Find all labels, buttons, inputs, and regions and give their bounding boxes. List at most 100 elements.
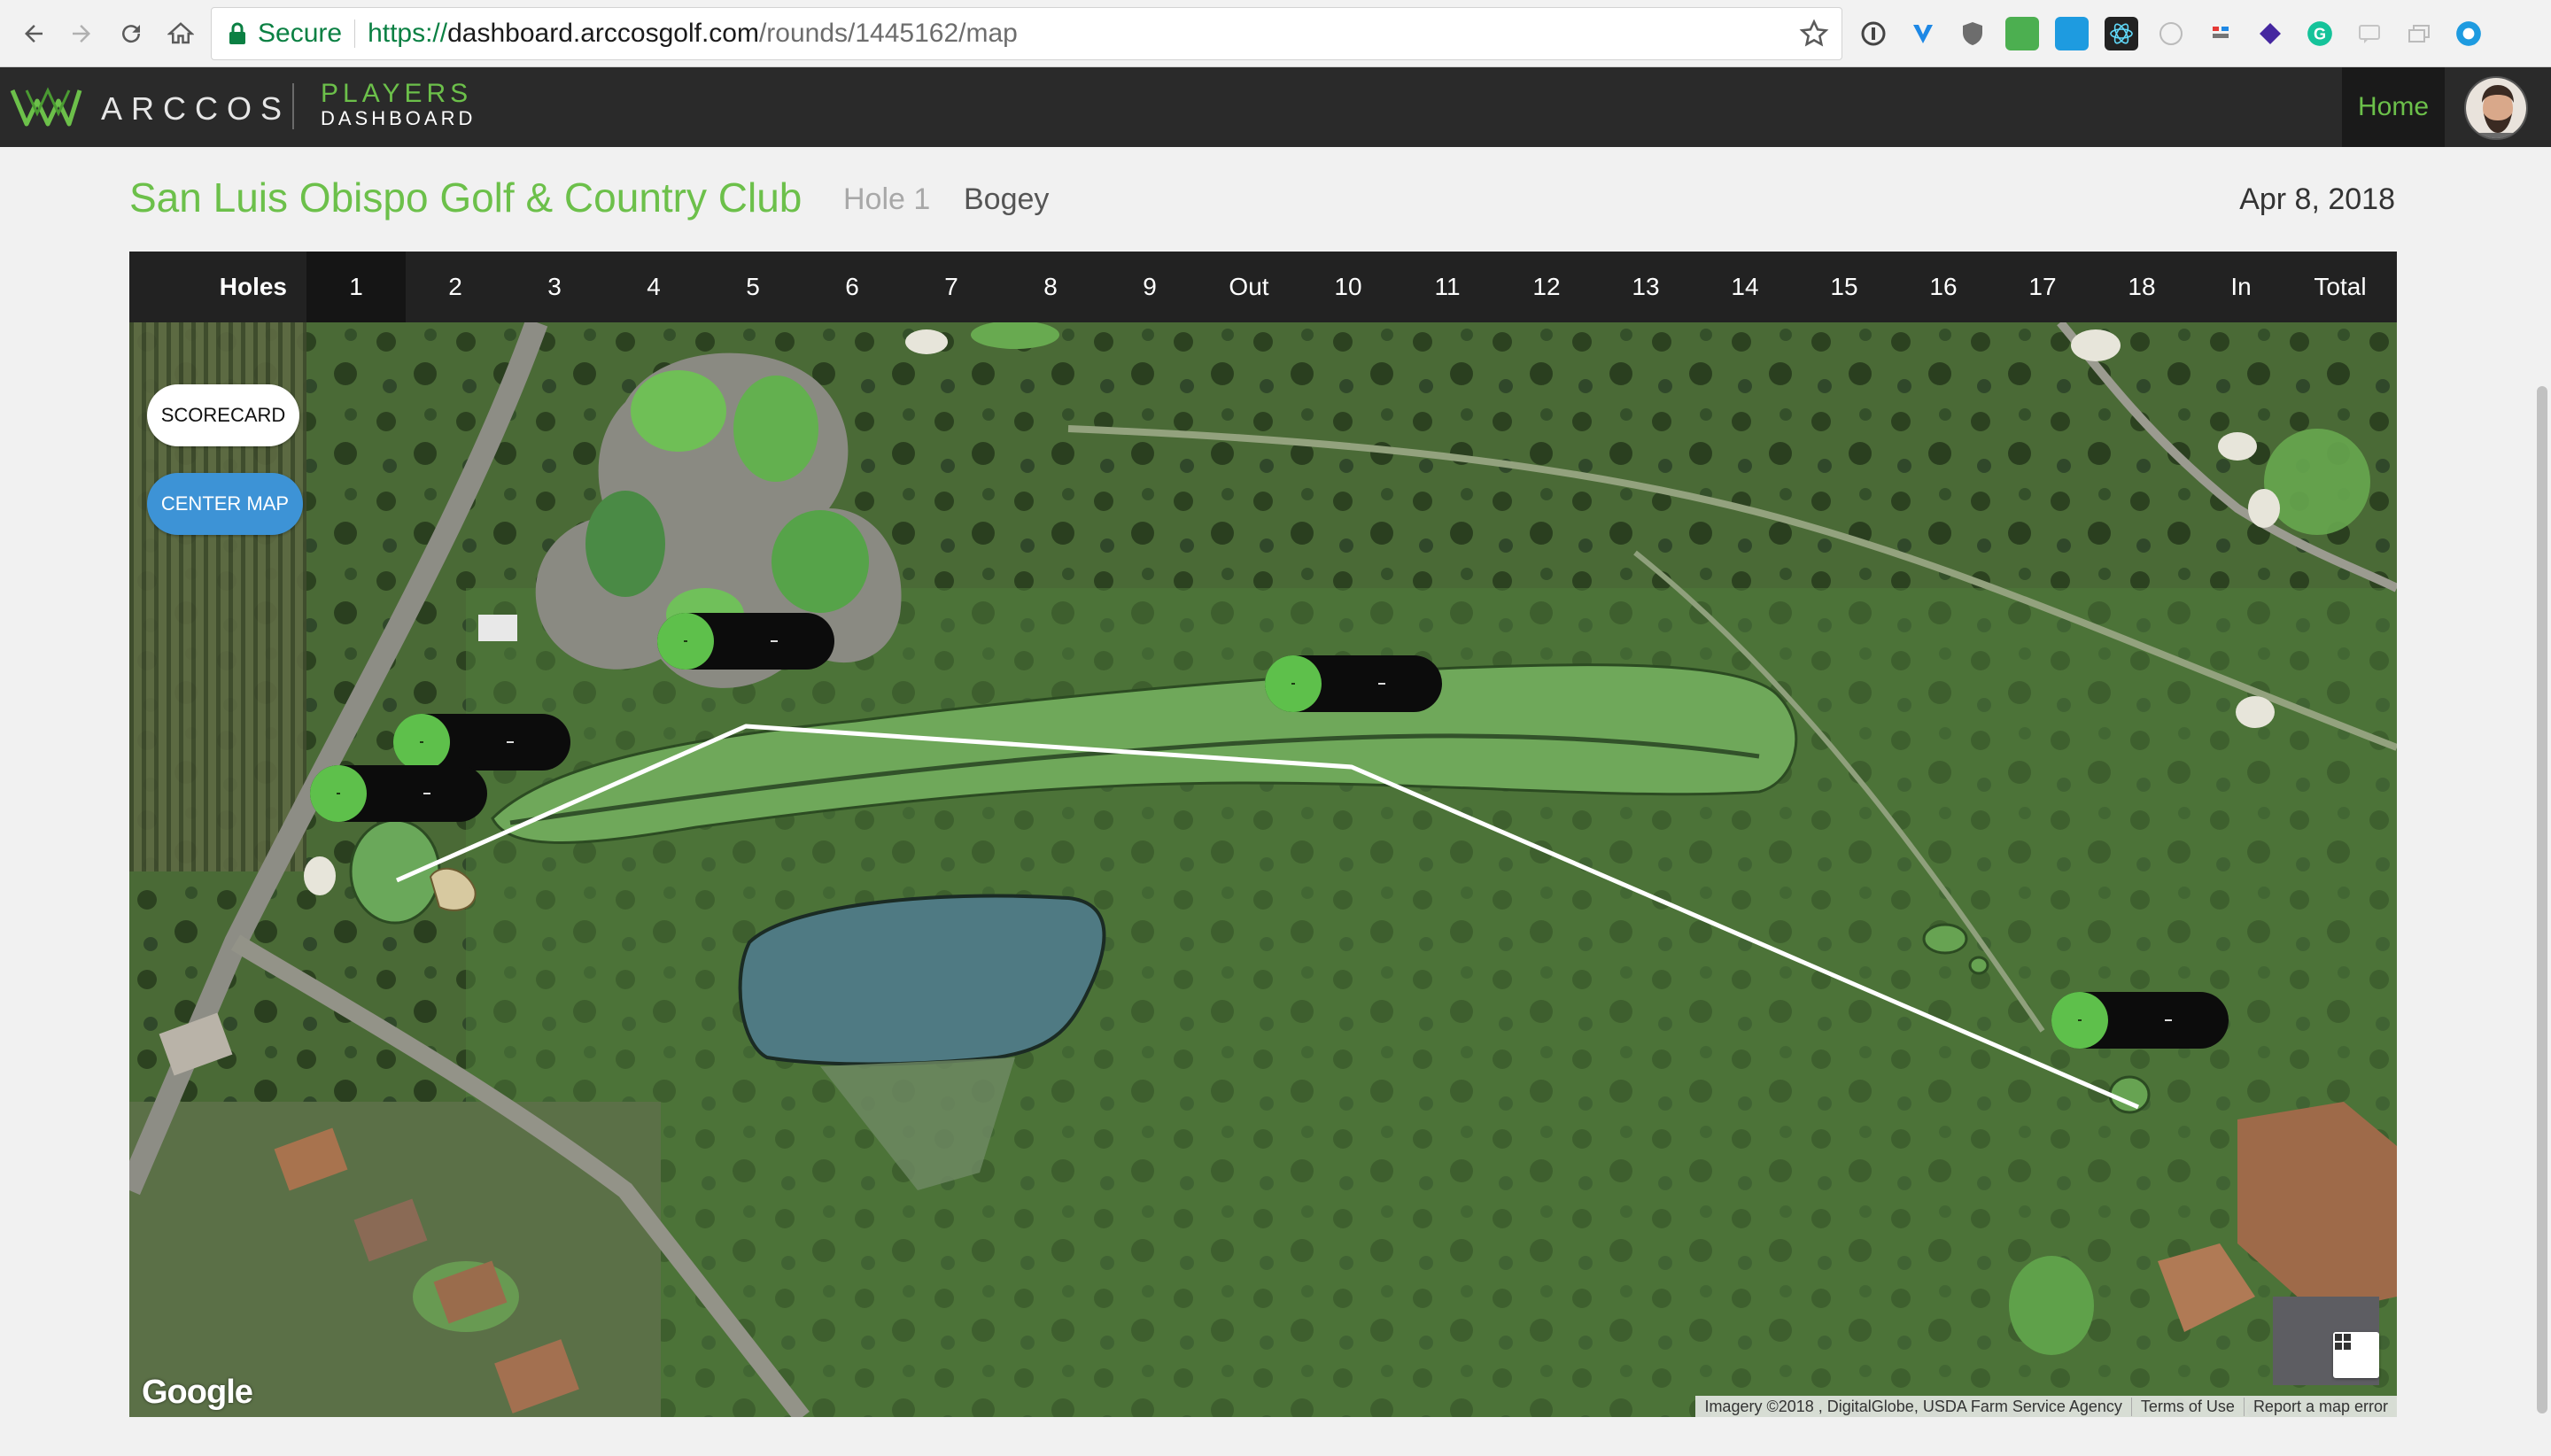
brand-divider	[292, 83, 294, 129]
address-separator	[354, 19, 356, 48]
report-error-link[interactable]: Report a map error	[2243, 1397, 2397, 1416]
hole-label: Hole 1	[843, 182, 931, 216]
scorecard-button[interactable]: SCORECARD	[147, 384, 299, 446]
hole-tab-11[interactable]: 11	[1398, 252, 1497, 322]
hole-tab-out[interactable]: Out	[1199, 252, 1299, 322]
shot-marker[interactable]	[657, 613, 834, 670]
terms-link[interactable]: Terms of Use	[2130, 1397, 2244, 1416]
hole-tab-5[interactable]: 5	[703, 252, 803, 322]
map-attribution: Imagery ©2018 , DigitalGlobe, USDA Farm …	[1695, 1396, 2397, 1417]
fullscreen-icon	[2335, 1334, 2351, 1350]
google-logo: Google	[142, 1374, 253, 1411]
page-scrollbar[interactable]	[2533, 147, 2551, 1456]
circle-extension-icon[interactable]	[2154, 17, 2188, 50]
url-protocol: https://	[368, 19, 448, 48]
reload-icon	[122, 25, 141, 43]
hole-tab-8[interactable]: 8	[1001, 252, 1100, 322]
secure-label: Secure	[258, 19, 343, 48]
nav-home[interactable]: Home	[2342, 67, 2445, 147]
hole-tab-1[interactable]: 1	[306, 252, 406, 322]
hole-tab-14[interactable]: 14	[1695, 252, 1795, 322]
hole-tab-4[interactable]: 4	[604, 252, 703, 322]
shot-dot	[657, 613, 714, 670]
info-extension-icon[interactable]	[1857, 17, 1890, 50]
scrollbar-thumb[interactable]	[2537, 386, 2547, 1413]
shot-marker[interactable]	[393, 714, 570, 771]
shot-marker[interactable]	[310, 765, 487, 822]
shot-dot	[310, 765, 367, 822]
address-bar[interactable]: Secure https://dashboard.arccosgolf.com/…	[211, 7, 1842, 60]
arrow-right-icon	[73, 25, 90, 43]
round-date: Apr 8, 2018	[2239, 182, 2395, 216]
imagery-credit: Imagery ©2018 , DigitalGlobe, USDA Farm …	[1704, 1397, 2122, 1415]
arccos-logo-icon	[10, 87, 82, 127]
chat-extension-icon[interactable]	[2353, 17, 2386, 50]
shot-dot	[1265, 655, 1322, 712]
shot-dot-mark	[337, 793, 340, 794]
avatar[interactable]	[2464, 76, 2528, 140]
extension-icons: G	[1857, 14, 2485, 53]
hole-tab-12[interactable]: 12	[1497, 252, 1596, 322]
hole-tab-total[interactable]: Total	[2291, 252, 2390, 322]
diamond-extension-icon[interactable]	[2253, 17, 2287, 50]
hole-tab-10[interactable]: 10	[1299, 252, 1398, 322]
hole-tab-16[interactable]: 16	[1894, 252, 1993, 322]
hole-tab-18[interactable]: 18	[2092, 252, 2191, 322]
hole-score: Bogey	[964, 182, 1050, 216]
course-title: San Luis Obispo Golf & Country Club	[129, 174, 803, 221]
shot-dot	[2051, 992, 2108, 1049]
svg-text:G: G	[2314, 25, 2326, 43]
hole-tab-15[interactable]: 15	[1795, 252, 1894, 322]
hole-tab-2[interactable]: 2	[406, 252, 505, 322]
lock-icon	[229, 22, 245, 44]
shot-dot-mark	[420, 741, 423, 743]
course-map[interactable]: SCORECARD CENTER MAP Google Imagery ©201…	[129, 322, 2397, 1417]
fullscreen-button[interactable]	[2333, 1332, 2379, 1378]
tabs-extension-icon[interactable]	[2402, 17, 2436, 50]
reload-button[interactable]	[110, 12, 152, 55]
shot-info-dash	[423, 793, 430, 794]
browser-toolbar: Secure https://dashboard.arccosgolf.com/…	[0, 0, 2551, 67]
hole-tab-6[interactable]: 6	[803, 252, 902, 322]
grammarly-extension-icon[interactable]: G	[2303, 17, 2337, 50]
sheet-extension-icon[interactable]	[2005, 17, 2039, 50]
shot-marker[interactable]	[2051, 992, 2229, 1049]
hole-tab-in[interactable]: In	[2191, 252, 2291, 322]
shot-marker[interactable]	[1265, 655, 1442, 712]
holes-navigation: Holes 1 2 3 4 5 6 7 8 9 Out 10 11 12 13 14 15 16 17 18 In To…	[129, 252, 2397, 322]
house-icon	[167, 22, 194, 44]
v-extension-icon[interactable]	[1906, 17, 1940, 50]
app-header: ARCCOS PLAYERS DASHBOARD	[0, 67, 2551, 147]
holes-label: Holes	[219, 273, 287, 300]
shield-extension-icon[interactable]	[1956, 17, 1989, 50]
shot-info-dash	[771, 640, 778, 642]
shot-info-dash	[2165, 1019, 2172, 1021]
url-path: /rounds/1445162/map	[758, 19, 1018, 48]
center-map-button[interactable]: CENTER MAP	[147, 473, 303, 535]
hole-tab-7[interactable]: 7	[902, 252, 1001, 322]
forward-button[interactable]	[60, 12, 103, 55]
shot-info-dash	[507, 741, 514, 743]
home-button[interactable]	[159, 12, 202, 55]
hole-tab-17[interactable]: 17	[1993, 252, 2092, 322]
brand-name: ARCCOS	[101, 90, 291, 127]
ring-extension-icon[interactable]	[2452, 17, 2485, 50]
shot-dot-mark	[684, 640, 687, 642]
shot-dot-mark	[1291, 683, 1295, 685]
shot-dot	[393, 714, 450, 771]
brand-sub-top: PLAYERS	[321, 79, 473, 108]
react-extension-icon[interactable]	[2105, 17, 2138, 50]
url-text: https://dashboard.arccosgolf.com/rounds/…	[368, 19, 1018, 49]
window-extension-icon[interactable]	[2055, 17, 2089, 50]
bookmark-star-icon[interactable]	[1799, 19, 1829, 49]
hole-tab-9[interactable]: 9	[1100, 252, 1199, 322]
grid-extension-icon[interactable]	[2204, 17, 2237, 50]
brand-sub-bottom: DASHBOARD	[321, 107, 477, 129]
back-button[interactable]	[12, 12, 55, 55]
shot-dot-mark	[2078, 1019, 2082, 1021]
arrow-left-icon	[25, 25, 43, 43]
shot-info-dash	[1378, 683, 1385, 685]
hole-tab-3[interactable]: 3	[505, 252, 604, 322]
hole-tab-13[interactable]: 13	[1596, 252, 1695, 322]
url-host: dashboard.arccosgolf.com	[447, 19, 759, 48]
